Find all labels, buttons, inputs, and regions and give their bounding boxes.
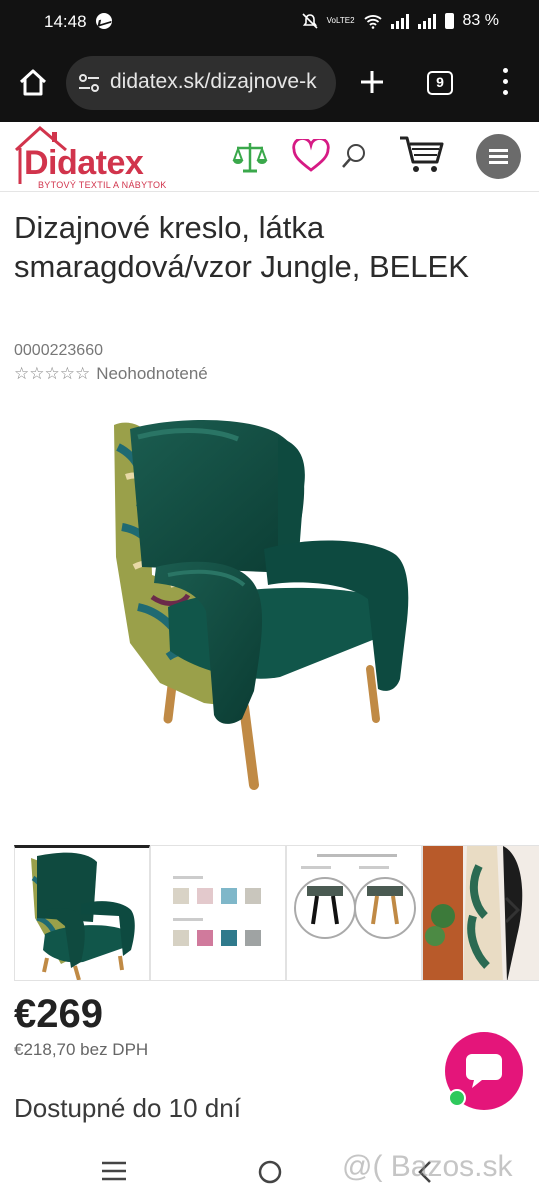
recent-apps-icon[interactable] xyxy=(101,1160,127,1182)
product-sku: 0000223660 xyxy=(14,342,103,359)
browser-toolbar: didatex.sk/dizajnove-k 9 xyxy=(0,44,539,122)
new-tab-icon[interactable] xyxy=(356,66,388,98)
menu-hamburger-button[interactable] xyxy=(476,134,521,179)
rating-stars[interactable]: ☆☆☆☆☆ xyxy=(14,364,90,384)
product-thumbnails xyxy=(14,845,539,981)
signal-icon xyxy=(390,13,409,29)
watermark: @( Bazos.sk xyxy=(342,1150,513,1183)
thumbnail-2[interactable] xyxy=(150,845,286,981)
product-main-image[interactable] xyxy=(78,407,464,793)
more-options-icon[interactable] xyxy=(500,68,510,98)
site-settings-icon[interactable] xyxy=(78,73,100,93)
chat-bubble-icon xyxy=(466,1054,502,1088)
thumbnail-next-chevron-icon[interactable] xyxy=(496,890,526,930)
battery-icon xyxy=(444,13,454,29)
wifi-icon xyxy=(363,14,382,29)
thumbnail-3[interactable] xyxy=(286,845,422,981)
logo-tagline: BYTOVÝ TEXTIL A NÁBYTOK xyxy=(38,180,167,190)
compare-scale-icon[interactable] xyxy=(232,140,268,174)
site-logo[interactable]: Didatex BYTOVÝ TEXTIL A NÁBYTOK xyxy=(12,124,172,190)
wishlist-heart-icon[interactable] xyxy=(292,139,330,173)
messenger-icon xyxy=(96,13,112,29)
logo-text: Didatex xyxy=(24,144,144,182)
address-bar[interactable]: didatex.sk/dizajnove-k xyxy=(66,56,336,110)
availability-text: Dostupné do 10 dní xyxy=(14,1093,241,1123)
home-icon[interactable] xyxy=(14,64,52,102)
signal-icon-2 xyxy=(417,13,436,29)
status-time: 14:48 xyxy=(44,12,87,31)
volte-label: VoLTE2 xyxy=(326,16,355,25)
thumbnail-1[interactable] xyxy=(14,845,150,981)
site-header: Didatex BYTOVÝ TEXTIL A NÁBYTOK xyxy=(0,122,539,192)
url-text: didatex.sk/dizajnove-k xyxy=(110,70,317,93)
product-rating[interactable]: ☆☆☆☆☆ Neohodnotené xyxy=(14,364,208,384)
search-icon[interactable] xyxy=(340,142,368,170)
rating-label: Neohodnotené xyxy=(96,364,208,383)
tab-switcher-button[interactable]: 9 xyxy=(427,71,453,95)
cart-icon[interactable] xyxy=(398,134,444,174)
status-icons: VoLTE2 83 % xyxy=(302,12,499,30)
price-without-vat: €218,70 bez DPH xyxy=(14,1040,149,1059)
product-title: Dizajnové kreslo, látka smaragdová/vzor … xyxy=(14,210,469,284)
online-status-dot xyxy=(448,1089,466,1107)
status-bar: 14:48 VoLTE2 83 % xyxy=(0,0,539,44)
battery-percent: 83 % xyxy=(462,12,499,29)
product-price: €269 xyxy=(14,992,103,1036)
mute-icon xyxy=(302,13,318,29)
home-nav-icon[interactable] xyxy=(257,1159,283,1185)
